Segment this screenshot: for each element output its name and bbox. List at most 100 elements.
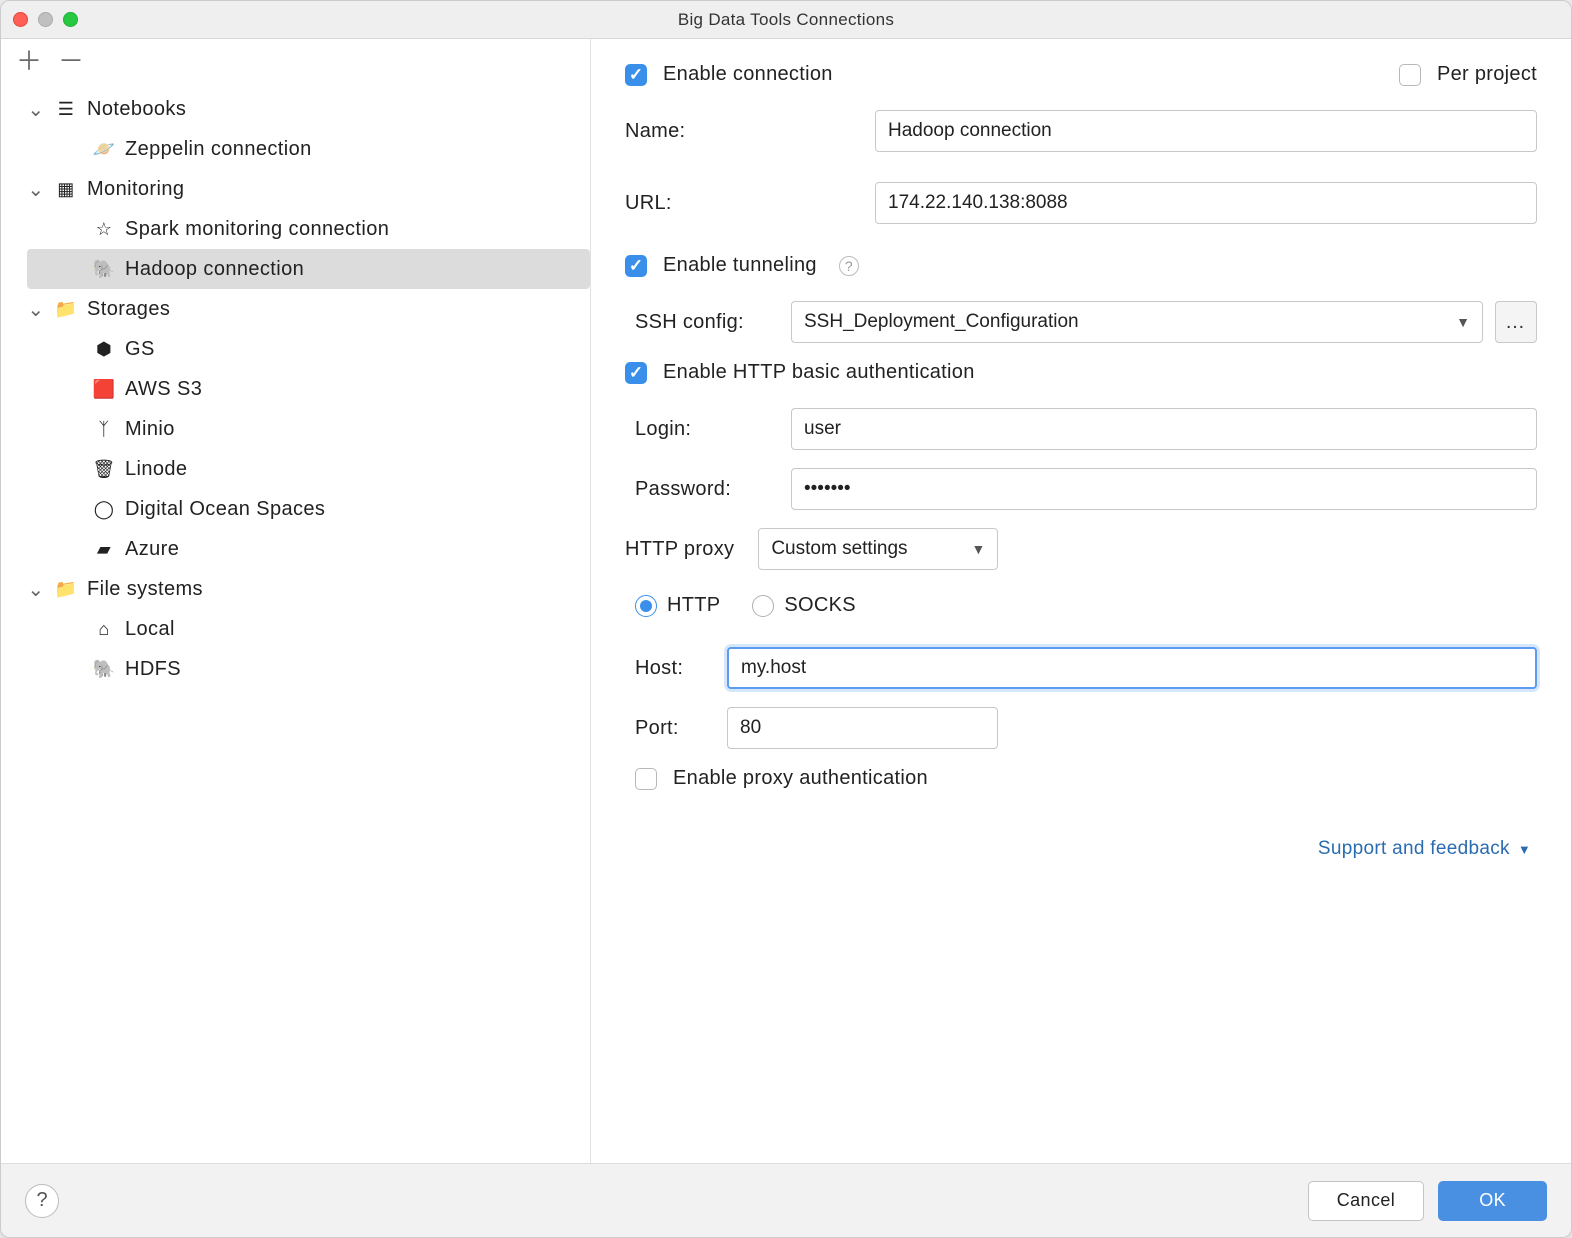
tree-category[interactable]: ⌄ ☰ Notebooks <box>27 89 590 129</box>
tunneling-help-icon[interactable]: ? <box>839 256 859 276</box>
tree-item-label: Digital Ocean Spaces <box>125 498 325 521</box>
enable-http-basic-checkbox[interactable] <box>625 362 647 384</box>
star-icon: ☆ <box>93 218 115 240</box>
tree-item[interactable]: 🪐Zeppelin connection <box>27 129 590 169</box>
name-input[interactable] <box>875 110 1537 152</box>
proxy-port-label: Port: <box>635 717 727 740</box>
proxy-host-label: Host: <box>635 657 727 680</box>
tree-category-label: Storages <box>87 298 170 321</box>
hadoop-icon: 🐘 <box>93 258 115 280</box>
ssh-config-label: SSH config: <box>635 311 791 334</box>
aws-icon: 🟥 <box>93 378 115 400</box>
chevron-down-icon: ▼ <box>1518 842 1531 857</box>
linode-icon: 🗑 <box>93 458 115 480</box>
enable-tunneling-checkbox[interactable] <box>625 255 647 277</box>
digitalocean-icon: ◯ <box>93 498 115 520</box>
dialog-footer: ? Cancel OK <box>1 1163 1571 1237</box>
tree-item[interactable]: ☆ Spark monitoring connection <box>27 209 590 249</box>
tree-item[interactable]: ⬢ GS <box>27 329 590 369</box>
proxy-type-http-radio[interactable] <box>635 595 657 617</box>
http-proxy-select[interactable]: Custom settings ▼ <box>758 528 998 570</box>
tree-category[interactable]: ⌄📁File systems <box>27 569 590 609</box>
tree-category-label: Monitoring <box>87 178 184 201</box>
gs-icon: ⬢ <box>93 338 115 360</box>
sidebar: ＋ － ⌄ ☰ Notebooks 🪐Zeppelin connection ⌄ ▦ Mon… <box>1 39 591 1163</box>
proxy-port-input[interactable] <box>727 707 998 749</box>
chevron-down-icon: ⌄ <box>27 97 45 122</box>
notebook-icon: ☰ <box>55 98 77 120</box>
password-label: Password: <box>635 478 791 501</box>
body: ＋ － ⌄ ☰ Notebooks 🪐Zeppelin connection ⌄ ▦ Mon… <box>1 39 1571 1163</box>
remove-button[interactable]: － <box>61 51 81 71</box>
tree-category[interactable]: ⌄ ▦ Monitoring <box>27 169 590 209</box>
enable-tunneling-label: Enable tunneling <box>663 254 817 277</box>
add-button[interactable]: ＋ <box>19 51 39 71</box>
cancel-button[interactable]: Cancel <box>1308 1181 1424 1221</box>
login-label: Login: <box>635 418 791 441</box>
name-label: Name: <box>625 120 875 143</box>
support-feedback-label: Support and feedback <box>1318 838 1510 860</box>
minio-icon: ᛉ <box>93 418 115 440</box>
ssh-config-more-button[interactable]: … <box>1495 301 1537 343</box>
url-label: URL: <box>625 192 875 215</box>
connections-tree: ⌄ ☰ Notebooks 🪐Zeppelin connection ⌄ ▦ Monitor… <box>1 83 590 1163</box>
chevron-down-icon: ⌄ <box>27 577 45 602</box>
folder-storage-icon: 📁 <box>55 298 77 320</box>
tree-item-label: HDFS <box>125 658 181 681</box>
http-proxy-value: Custom settings <box>771 538 907 560</box>
grid-icon: ▦ <box>55 178 77 200</box>
window-title: Big Data Tools Connections <box>1 10 1571 30</box>
chevron-down-icon: ⌄ <box>27 297 45 322</box>
azure-icon: ▰ <box>93 538 115 560</box>
support-feedback-link[interactable]: Support and feedback ▼ <box>1318 838 1531 860</box>
login-input[interactable] <box>791 408 1537 450</box>
proxy-type-http-label: HTTP <box>667 594 720 617</box>
tree-item[interactable]: 🗑 Linode <box>27 449 590 489</box>
tree-item-label: Minio <box>125 418 175 441</box>
chevron-down-icon: ▼ <box>1456 314 1470 330</box>
per-project-label: Per project <box>1437 63 1537 86</box>
content: ＋ － ⌄ ☰ Notebooks 🪐Zeppelin connection ⌄ ▦ Mon… <box>1 39 1571 1237</box>
url-input[interactable] <box>875 182 1537 224</box>
tree-item[interactable]: ▰ Azure <box>27 529 590 569</box>
tree-item[interactable]: 🐘 Hadoop connection <box>27 249 590 289</box>
proxy-host-input[interactable] <box>727 647 1537 689</box>
tree-item[interactable]: ᛉ Minio <box>27 409 590 449</box>
tree-item-label: AWS S3 <box>125 378 202 401</box>
dialog-window: Big Data Tools Connections ＋ － ⌄ ☰ Noteboo… <box>0 0 1572 1238</box>
tree-item-label: Zeppelin connection <box>125 138 312 161</box>
main-panel: Enable connection Per project Name: URL:… <box>591 39 1571 1163</box>
tree-item-label: GS <box>125 338 155 361</box>
tree-category[interactable]: ⌄ 📁 Storages <box>27 289 590 329</box>
tree-item-label: Azure <box>125 538 179 561</box>
proxy-type-socks-radio[interactable] <box>752 595 774 617</box>
tree-item-label: Linode <box>125 458 187 481</box>
tree-item[interactable]: 🐘 HDFS <box>27 649 590 689</box>
per-project-checkbox[interactable] <box>1399 64 1421 86</box>
enable-proxy-auth-checkbox[interactable] <box>635 768 657 790</box>
help-button[interactable]: ? <box>25 1184 59 1218</box>
titlebar: Big Data Tools Connections <box>1 1 1571 39</box>
enable-connection-checkbox[interactable] <box>625 64 647 86</box>
tree-item[interactable]: ⌂ Local <box>27 609 590 649</box>
enable-proxy-auth-label: Enable proxy authentication <box>673 767 928 790</box>
tree-item[interactable]: 🟥 AWS S3 <box>27 369 590 409</box>
hdfs-icon: 🐘 <box>93 658 115 680</box>
enable-http-basic-label: Enable HTTP basic authentication <box>663 361 975 384</box>
enable-connection-label: Enable connection <box>663 63 833 86</box>
home-icon: ⌂ <box>93 618 115 640</box>
password-input[interactable] <box>791 468 1537 510</box>
tree-item-label: Hadoop connection <box>125 258 304 281</box>
proxy-type-socks-label: SOCKS <box>784 594 856 617</box>
ok-button[interactable]: OK <box>1438 1181 1547 1221</box>
tree-category-label: Notebooks <box>87 98 186 121</box>
ssh-config-value: SSH_Deployment_Configuration <box>804 311 1079 333</box>
tree-item[interactable]: ◯ Digital Ocean Spaces <box>27 489 590 529</box>
tree-item-label: Local <box>125 618 175 641</box>
tree-item-label: Spark monitoring connection <box>125 218 389 241</box>
chevron-down-icon: ▼ <box>971 541 985 557</box>
ssh-config-select[interactable]: SSH_Deployment_Configuration ▼ <box>791 301 1483 343</box>
chevron-down-icon: ⌄ <box>27 177 45 202</box>
http-proxy-label: HTTP proxy <box>625 538 734 561</box>
folder-icon: 📁 <box>55 578 77 600</box>
